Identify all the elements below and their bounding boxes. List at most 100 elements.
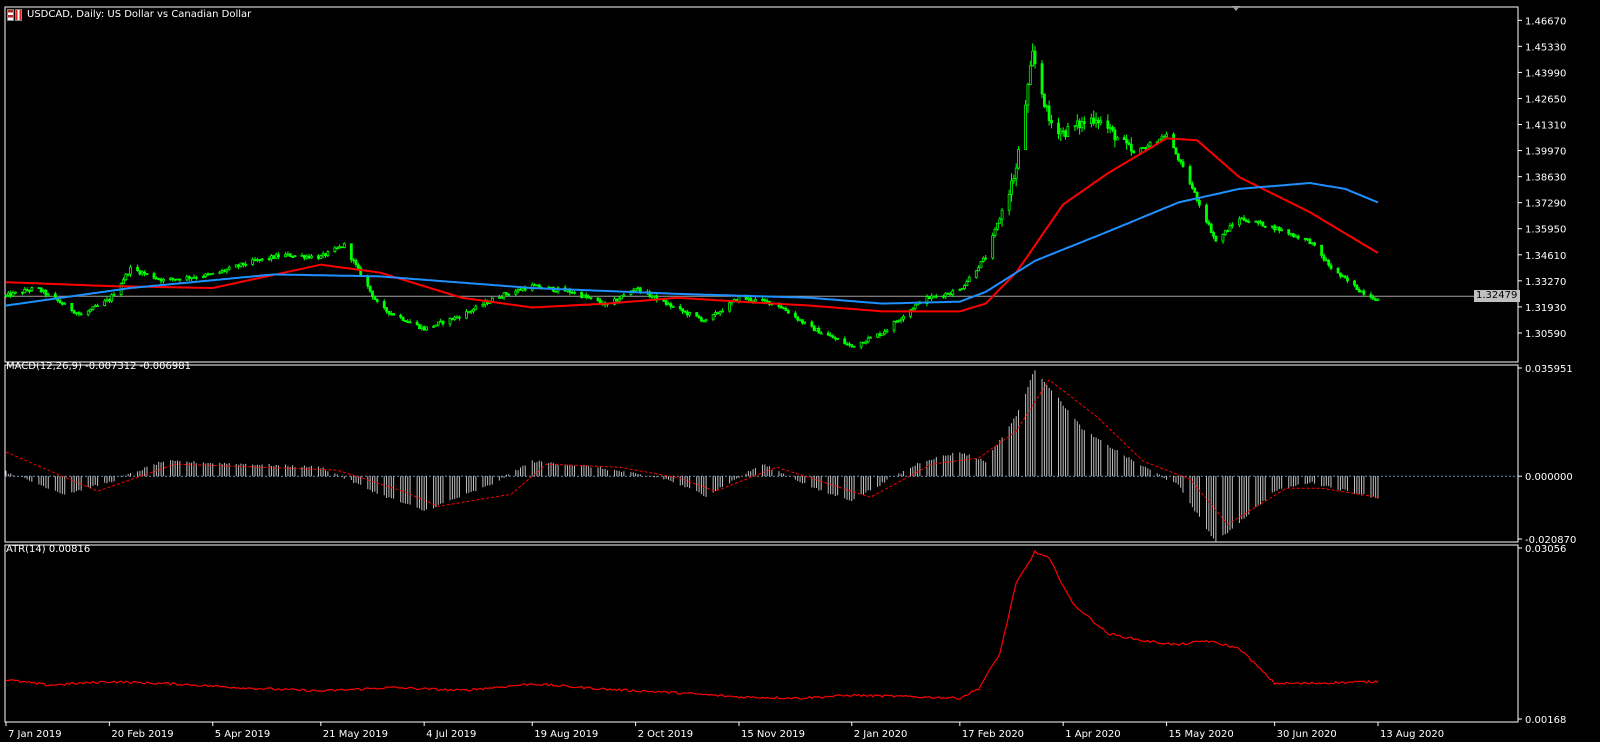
candle-body: [1357, 289, 1361, 293]
trading-chart[interactable]: 1.46670 1.45330 1.43990 1.42650 1.41310 1.399…: [0, 0, 1600, 742]
candle-body: [194, 276, 198, 279]
x-tick-label: 5 Apr 2019: [215, 729, 270, 740]
candle-body: [415, 321, 419, 326]
candle-body: [1226, 230, 1230, 233]
candle-body: [1209, 223, 1213, 233]
candle-body: [711, 314, 715, 320]
candle-body: [302, 255, 306, 259]
candle-body: [1212, 232, 1215, 237]
candle-body: [582, 294, 586, 298]
candle-body: [434, 324, 438, 327]
candle-body: [258, 259, 262, 261]
candle-body: [1127, 142, 1131, 145]
macd-tick-label: 0.035951: [1525, 364, 1573, 375]
candle-body: [653, 295, 656, 298]
x-tick-label: 7 Jan 2019: [8, 729, 62, 740]
candle-body: [1089, 117, 1093, 125]
candle-body: [1228, 225, 1232, 232]
macd-frame: [4, 364, 1519, 543]
candle-body: [274, 254, 278, 259]
candle-body: [812, 325, 816, 332]
candle-body: [1287, 229, 1291, 235]
candle-body: [1336, 268, 1340, 274]
candle-body: [154, 277, 158, 280]
panel-frames: [4, 6, 1519, 723]
candle-body: [1111, 127, 1114, 131]
candle-body: [455, 316, 459, 319]
candle-body: [317, 255, 320, 259]
candle-body: [25, 289, 29, 291]
candle-body: [401, 316, 405, 321]
candle-body: [176, 278, 179, 281]
candle-body: [122, 279, 125, 284]
candle-body: [718, 311, 722, 314]
current-price-tag: 1.32479: [1474, 290, 1520, 303]
candle-body: [234, 264, 238, 268]
macd-panel[interactable]: 0.0359510.000000-0.020870: [5, 364, 1576, 546]
candle-body: [580, 291, 583, 298]
candle-body: [1188, 166, 1192, 185]
candle-body: [535, 284, 539, 287]
candle-body: [798, 319, 802, 322]
x-tick-label: 2 Oct 2019: [638, 729, 693, 740]
candle-body: [819, 332, 823, 335]
candle-body: [514, 290, 518, 295]
candle-body: [1362, 290, 1366, 295]
candle-body: [533, 284, 536, 287]
candle-body: [1179, 159, 1183, 163]
candle-body: [746, 297, 750, 300]
atr-line: [5, 549, 1379, 700]
candle-body: [1092, 117, 1096, 124]
candle-body: [37, 287, 41, 290]
candle-body: [1230, 224, 1234, 227]
price-panel[interactable]: 1.46670 1.45330 1.43990 1.42650 1.41310 1.399…: [4, 16, 1566, 350]
candle-body: [681, 308, 685, 312]
candle-body: [422, 326, 426, 331]
candle-body: [321, 253, 325, 257]
candle-body: [93, 305, 97, 308]
candle-body: [375, 299, 379, 302]
candle-body: [1214, 235, 1218, 242]
candle-body: [1256, 220, 1260, 224]
candle-body: [225, 268, 229, 272]
candle-body: [1369, 293, 1373, 298]
candle-body: [1280, 229, 1284, 232]
candle-body: [63, 302, 67, 305]
candle-body: [843, 338, 847, 345]
x-tick-label: 2 Jan 2020: [854, 729, 908, 740]
candle-body: [1292, 233, 1295, 237]
candle-body: [107, 299, 111, 302]
candle-body: [721, 310, 724, 313]
candle-body: [1028, 65, 1032, 85]
candle-body: [319, 255, 323, 259]
candle-body: [13, 291, 17, 294]
candle-body: [1205, 204, 1208, 223]
ca-flag-icon: [15, 9, 22, 21]
candle-body: [523, 288, 527, 291]
candle-body: [1343, 275, 1347, 279]
candle-body: [1078, 120, 1082, 129]
candle-body: [1031, 50, 1035, 67]
candle-body: [1148, 141, 1152, 147]
candle-body: [173, 278, 177, 281]
candle-body: [977, 267, 981, 272]
x-tick-label: 30 Jun 2020: [1277, 729, 1337, 740]
candle-body: [911, 308, 915, 311]
candle-body: [366, 275, 370, 287]
candle-body: [157, 278, 161, 280]
candle-body: [650, 296, 654, 298]
candle-body: [880, 333, 884, 336]
candle-body: [46, 293, 50, 296]
candle-body: [227, 266, 231, 270]
candle-body: [349, 243, 353, 261]
candle-body: [744, 296, 748, 300]
candle-body: [1360, 290, 1363, 293]
candle-body: [1296, 235, 1300, 239]
atr-panel[interactable]: 0.03056 0.00168: [5, 544, 1566, 726]
candle-body: [1113, 129, 1117, 141]
candle-body: [418, 324, 421, 330]
candle-body: [815, 327, 818, 332]
candle-body: [169, 277, 172, 280]
candle-body: [42, 289, 45, 293]
candle-body: [951, 290, 955, 295]
